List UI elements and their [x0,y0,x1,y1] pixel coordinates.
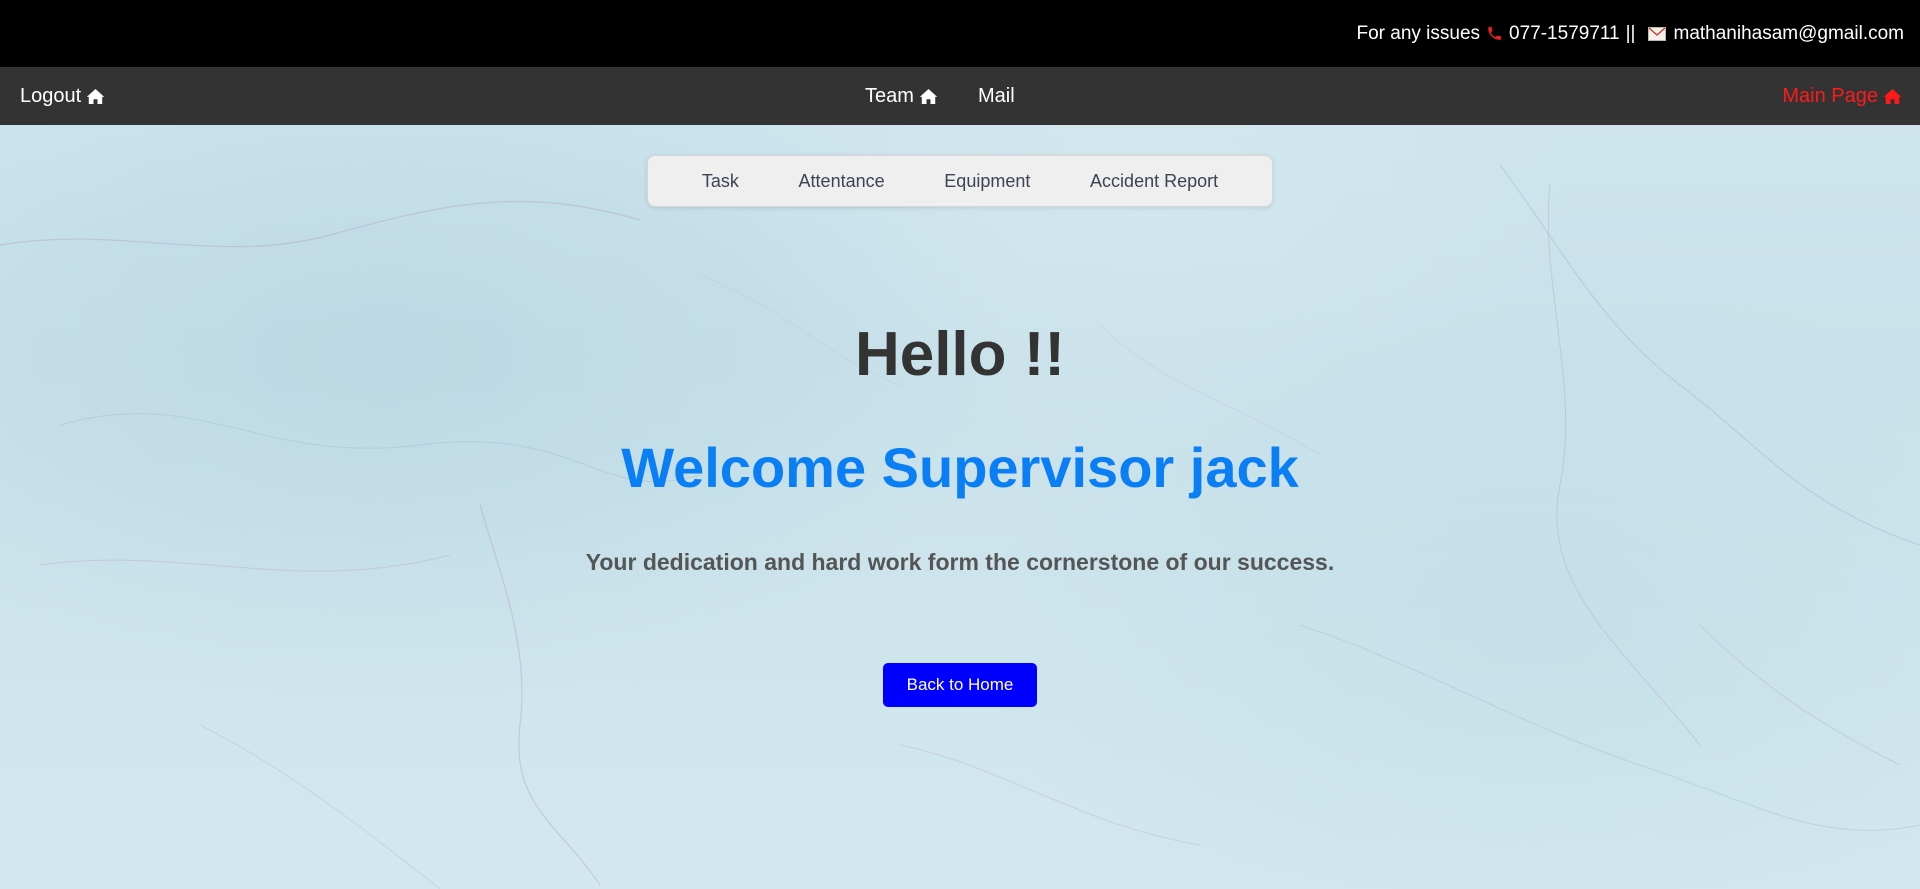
contact-separator: || [1625,22,1636,44]
team-label: Team [865,84,914,107]
support-phone-link[interactable]: 077-1579711 [1509,23,1620,45]
contact-bar: For any issues 077-1579711 || mathanihas… [0,0,1920,67]
main-navbar: Logout Team Mail Main Page [0,67,1920,125]
tagline-text: Your dedication and hard work form the c… [585,549,1335,575]
marble-background [0,164,1920,889]
welcome-heading: Welcome Supervisor jack [621,436,1299,499]
home-icon [1883,88,1902,105]
back-to-home-button[interactable]: Back to Home [883,663,1037,707]
support-email-link[interactable]: mathanihasam@gmail.com [1674,23,1905,45]
phone-icon [1486,25,1503,42]
submenu-item-accident-report[interactable]: Accident Report [1090,171,1218,192]
main-page-label: Main Page [1782,84,1878,107]
envelope-icon [1647,26,1666,41]
main-page-link[interactable]: Main Page [1782,67,1902,125]
contact-prefix: For any issues [1356,22,1481,44]
home-icon [919,88,938,105]
supervisor-submenu: Task Attentance Equipment Accident Repor… [647,155,1273,207]
team-link[interactable]: Team [865,67,938,125]
home-icon [86,88,105,105]
greeting-heading: Hello !! [854,320,1066,389]
logout-link[interactable]: Logout [20,67,105,125]
logout-label: Logout [20,84,82,107]
submenu-item-equipment[interactable]: Equipment [944,171,1030,192]
submenu-item-attendance[interactable]: Attentance [799,171,885,192]
mail-link[interactable]: Mail [978,67,1015,125]
submenu-item-task[interactable]: Task [702,171,739,192]
